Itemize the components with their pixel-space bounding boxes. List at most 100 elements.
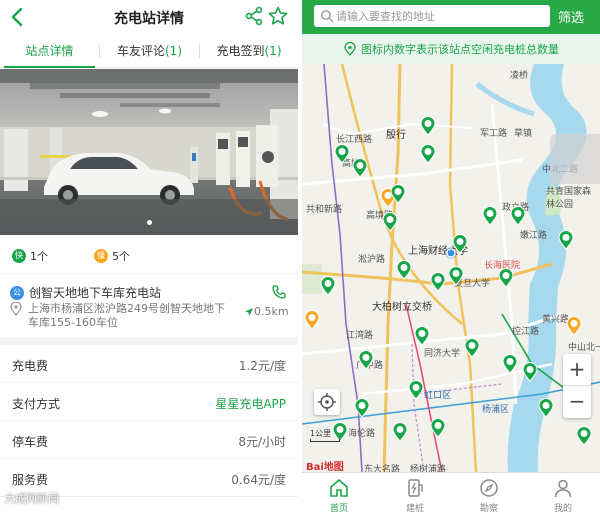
navigate-arrow-icon [245, 307, 253, 316]
station-pin[interactable] [304, 310, 320, 330]
compass-icon [480, 479, 498, 497]
nav-label: 建桩 [405, 504, 424, 512]
nav-profile[interactable]: 我的 [538, 477, 588, 512]
station-pin[interactable] [522, 362, 538, 382]
slow-badge-icon: 慢 [94, 249, 108, 263]
station-pin[interactable] [382, 212, 398, 232]
zoom-control: + − [563, 354, 591, 418]
divider [0, 273, 298, 274]
station-pin[interactable] [334, 144, 350, 164]
map-label: 同济大学 [424, 349, 461, 359]
person-icon [554, 479, 572, 498]
station-pin[interactable] [566, 316, 582, 336]
tab-label: 站点详情 [25, 44, 74, 58]
station-pin[interactable] [558, 230, 574, 250]
zoom-out-button[interactable]: − [563, 386, 591, 418]
distance[interactable]: 0.5km [244, 305, 289, 318]
search-input[interactable] [336, 5, 546, 27]
charger-icon [408, 479, 423, 497]
station-pin[interactable] [390, 184, 406, 204]
map-label: 东大名路 [364, 465, 401, 472]
connector-counts: 快 1个 慢 5个 [0, 244, 298, 268]
station-pin[interactable] [352, 158, 368, 178]
station-pin[interactable] [396, 260, 412, 280]
slow-charger-count: 慢 5个 [94, 248, 130, 264]
station-pin[interactable] [430, 272, 446, 292]
search-box[interactable] [314, 5, 550, 27]
station-pin[interactable] [448, 266, 464, 286]
nav-survey[interactable]: 勘察 [464, 477, 514, 512]
map-label: 凌桥 [510, 71, 529, 81]
share-icon[interactable] [244, 6, 264, 26]
distance-text: 0.5km [254, 305, 289, 318]
nav-label: 勘察 [479, 504, 498, 512]
station-pin[interactable] [354, 398, 370, 418]
station-pin[interactable] [502, 354, 518, 374]
zoom-in-button[interactable]: + [563, 354, 591, 386]
nav-label: 首页 [329, 504, 348, 512]
scale-text: 1公里 [310, 429, 332, 438]
map-side-handle[interactable] [550, 134, 600, 184]
nav-home[interactable]: 首页 [314, 477, 364, 512]
parking-fee-row: 停车费 8元/小时 [0, 421, 298, 459]
tab-count: (1) [165, 44, 182, 58]
station-pin[interactable] [320, 276, 336, 296]
slow-count-text: 5个 [112, 250, 130, 263]
payment-value[interactable]: 星星充电APP [215, 395, 286, 412]
detail-tabs: 站点详情 车友评论(1) 充电签到(1) [0, 34, 298, 68]
current-location-icon [445, 247, 457, 259]
map-label: 海伦路 [348, 429, 376, 439]
map-scale: 1公里 [310, 428, 340, 442]
map-label: 杨树浦路 [410, 465, 447, 472]
station-photo-carousel[interactable] [0, 69, 298, 235]
map-label: 淞沪路 [358, 255, 386, 265]
favorite-star-icon[interactable] [268, 6, 288, 26]
station-pin[interactable] [498, 268, 514, 288]
station-pin[interactable] [464, 338, 480, 358]
search-icon [321, 10, 334, 23]
map-label: 中山北一路 [568, 343, 600, 353]
station-pin[interactable] [430, 418, 446, 438]
station-pin[interactable] [482, 206, 498, 226]
station-pin[interactable] [420, 116, 436, 136]
carousel-dot-active[interactable] [146, 220, 152, 225]
nav-build[interactable]: 建桩 [390, 477, 440, 512]
fast-charger-count: 快 1个 [12, 248, 48, 264]
scale-bar [310, 439, 340, 442]
tab-comments[interactable]: 车友评论(1) [100, 34, 199, 68]
service-label: 服务费 [12, 473, 49, 487]
section-divider [0, 337, 298, 345]
crosshair-icon [318, 393, 336, 411]
phone-icon[interactable] [271, 284, 287, 300]
service-value: 0.64元/度 [231, 473, 286, 487]
parking-label: 停车费 [12, 435, 49, 449]
station-pin[interactable] [538, 398, 554, 418]
filter-button[interactable]: 筛选 [558, 7, 584, 26]
station-pin[interactable] [420, 144, 436, 164]
station-pin[interactable] [576, 426, 592, 446]
address-text: 上海市杨浦区淞沪路249号创智天地地下车库155-160车位 [28, 302, 225, 329]
payment-row: 支付方式 星星充电APP [0, 383, 298, 421]
locate-button[interactable] [314, 389, 340, 415]
tab-label: 充电签到 [216, 44, 265, 58]
map-label: 嫩江路 [520, 231, 548, 241]
search-bar: 筛选 [302, 0, 600, 34]
tab-count: (1) [264, 44, 282, 58]
map-view[interactable]: 长江西路 殷行 军工路 凌桥 草镇 高境 共青国家森林公园 嫩江路 共和新路 高… [302, 64, 600, 472]
fee-row-charging: 充电费 1.2元/度 [0, 345, 298, 383]
station-pin[interactable] [510, 206, 526, 226]
bottom-nav: 首页 建桩 勘察 我的 [302, 472, 600, 512]
station-pin[interactable] [414, 326, 430, 346]
map-label: 虹口区 [424, 391, 452, 401]
station-pin[interactable] [358, 350, 374, 370]
tab-checkin[interactable]: 充电签到(1) [200, 34, 298, 68]
hint-text: 图标内数字表示该站点空闲充电桩总数量 [361, 43, 559, 56]
tab-station-detail[interactable]: 站点详情 [0, 34, 99, 68]
map-label: 军工路 [480, 129, 508, 139]
fee-value: 1.2元/度 [238, 359, 286, 373]
station-pin[interactable] [392, 422, 408, 442]
map-label: 杨浦区 [482, 405, 510, 415]
map-label: 共和新路 [306, 205, 343, 215]
map-label: 共青国家森林公园 [546, 187, 592, 210]
station-pin[interactable] [408, 380, 424, 400]
